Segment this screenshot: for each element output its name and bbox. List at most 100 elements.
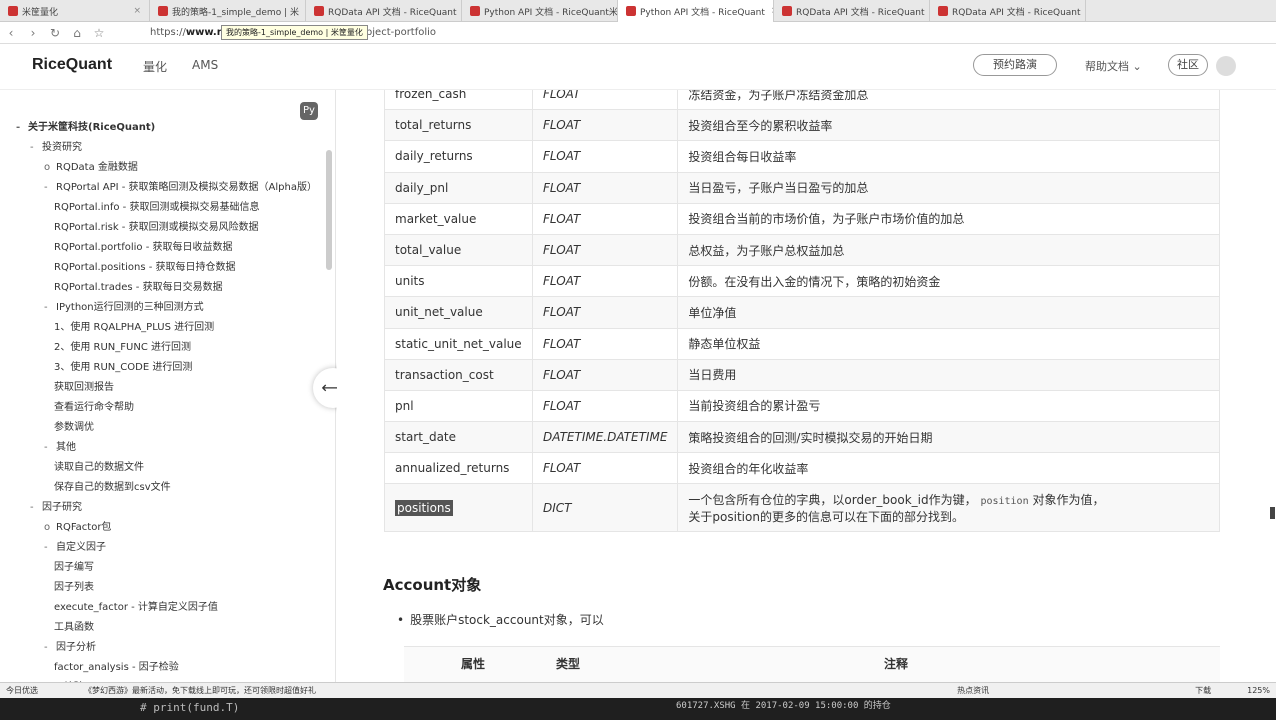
sidebar-item-label: 工具函数 (54, 622, 94, 633)
refresh-icon[interactable]: ↻ (44, 26, 66, 40)
sidebar-item[interactable]: 工具函数 (54, 618, 94, 633)
help-docs-label: 帮助文档 (1085, 60, 1129, 73)
attribute-desc-cell: 冻结资金，为子账户冻结资金加总 (677, 90, 1220, 111)
sidebar-item-label: 1、使用 RQALPHA_PLUS 进行回测 (54, 322, 215, 333)
sidebar-item[interactable]: RQPortal.risk - 获取回测或模拟交易风险数据 (54, 218, 259, 233)
attribute-type-cell: DATETIME.DATETIME (531, 421, 679, 454)
sidebar-item[interactable]: 查看运行命令帮助 (54, 398, 134, 413)
tree-marker: - (44, 542, 48, 553)
sidebar-item[interactable]: o RQData 金融数据 (44, 158, 138, 173)
browser-tab[interactable]: RQData API 文档 - RiceQuant× (306, 0, 462, 22)
toc-sidebar: Py - 关于米筐科技(RiceQuant) - 投资研究 o RQData 金融数据 - R… (0, 90, 336, 682)
table-row: start_date DATETIME.DATETIME 策略投资组合的回测/实时模… (384, 421, 1220, 454)
attribute-type-cell: FLOAT (531, 109, 679, 142)
attribute-desc-cell: 总权益，为子账户总权益加总 (677, 233, 1220, 267)
tree-marker: - (44, 302, 48, 313)
attribute-name-cell: total_returns (384, 109, 533, 142)
ricequant-logo[interactable]: RiceQuant (32, 56, 112, 74)
close-icon[interactable]: × (299, 6, 306, 16)
close-icon[interactable]: × (127, 6, 141, 16)
sidebar-item[interactable]: 获取回测报告 (54, 378, 114, 393)
nav-ams[interactable]: AMS (192, 58, 218, 72)
sidebar-item[interactable]: - IPython运行回测的三种回测方式 (44, 298, 204, 313)
doc-content: frozen_cash FLOAT 冻结资金，为子账户冻结资金加总 total_ret… (337, 90, 1276, 682)
status-item[interactable]: 热点资讯 (957, 685, 989, 696)
sidebar-item[interactable]: RQPortal.info - 获取回测或模拟交易基础信息 (54, 198, 259, 213)
tree-marker: o (44, 522, 51, 533)
attribute-desc-cell: 当日盈亏，子账户当日盈亏的加总 (677, 171, 1220, 204)
taskbar: 今日优选 《梦幻西游》最新活动，免下载线上即可玩，还可领限时超值好礼 热点资讯 … (0, 682, 1276, 720)
sidebar-item[interactable]: 1、使用 RQALPHA_PLUS 进行回测 (54, 318, 214, 333)
sidebar-item[interactable]: RQPortal.positions - 获取每日持仓数据 (54, 258, 236, 273)
attribute-desc-cell: 投资组合当前的市场价值，为子账户市场价值的加总 (677, 202, 1220, 235)
sidebar-item[interactable]: 3、使用 RUN_CODE 进行回测 (54, 358, 192, 373)
sidebar-item[interactable]: - 因子分析 (44, 638, 96, 653)
attribute-name-cell: daily_returns (384, 140, 533, 173)
sidebar-item[interactable]: - 投资研究 (30, 138, 82, 153)
status-item[interactable]: 今日优选 (6, 685, 38, 696)
status-item[interactable]: 《梦幻西游》最新活动，免下载线上即可玩，还可领限时超值好礼 (84, 685, 316, 696)
attribute-desc-cell: 当日费用 (677, 358, 1220, 391)
sidebar-item[interactable]: 因子编写 (54, 558, 94, 573)
page-scrollbar-thumb[interactable] (1270, 507, 1275, 519)
browser-tab-label: 米筐量化 (22, 7, 59, 18)
attribute-type-cell: DICT (531, 483, 679, 533)
browser-tab-bar: 米筐量化×我的策略-1_simple_demo | 米×RQData API 文… (0, 0, 1276, 22)
sidebar-item[interactable]: factor_analysis - 因子检验 (54, 658, 179, 673)
attribute-type-cell: FLOAT (531, 233, 679, 267)
sidebar-item[interactable]: RQPortal.trades - 获取每日交易数据 (54, 278, 223, 293)
sidebar-item[interactable]: o RQFactor包 (44, 518, 111, 533)
nav-quant[interactable]: 量化 (143, 58, 167, 75)
sidebar-item[interactable]: 参数调优 (54, 418, 94, 433)
forward-icon[interactable]: › (22, 26, 44, 40)
sidebar-item[interactable]: - RQPortal API - 获取策略回测及模拟交易数据（Alpha版） (44, 178, 317, 193)
browser-tab[interactable]: RQData API 文档 - RiceQuant× (930, 0, 1086, 22)
browser-tab[interactable]: RQData API 文档 - RiceQuant× (774, 0, 930, 22)
user-avatar[interactable] (1216, 56, 1236, 76)
sidebar-item[interactable]: execute_factor - 计算自定义因子值 (54, 598, 218, 613)
attribute-name-cell: positions (384, 483, 533, 533)
browser-tab[interactable]: 米筐量化 × (0, 0, 150, 22)
code-snippet-left: # print(fund.T) (140, 701, 240, 714)
table-row: frozen_cash FLOAT 冻结资金，为子账户冻结资金加总 (384, 90, 1220, 111)
table-row: units FLOAT 份额。在没有出入金的情况下，策略的初始资金 (384, 265, 1220, 298)
close-icon[interactable]: × (1081, 6, 1085, 16)
community-button[interactable]: 社区 (1168, 54, 1208, 76)
tree-marker: - (16, 122, 21, 133)
browser-tab[interactable]: Python API 文档 - RiceQuant米× (462, 0, 618, 22)
attribute-name-cell: transaction_cost (384, 358, 533, 391)
book-demo-button[interactable]: 预约路演 (973, 54, 1057, 76)
table-row: market_value FLOAT 投资组合当前的市场价值，为子账户市场价值的加总 (384, 202, 1220, 235)
zoom-level[interactable]: 125% (1247, 686, 1270, 695)
favicon-icon (314, 6, 324, 16)
close-icon[interactable]: × (765, 6, 773, 16)
column-header-attribute: 属性 (461, 657, 486, 671)
browser-tab-label: Python API 文档 - RiceQuant (640, 7, 765, 18)
bookmark-star-icon[interactable]: ☆ (88, 26, 110, 40)
browser-tab-label: RQData API 文档 - RiceQuant (328, 7, 457, 18)
help-docs-menu[interactable]: 帮助文档 ⌄ (1085, 58, 1142, 74)
attribute-desc-cell: 投资组合每日收益率 (677, 140, 1220, 173)
attribute-name-cell: daily_pnl (384, 171, 533, 204)
sidebar-item-label: IPython运行回测的三种回测方式 (56, 302, 204, 313)
attribute-desc-cell: 投资组合至今的累积收益率 (677, 109, 1220, 142)
browser-tab[interactable]: Python API 文档 - RiceQuant× (618, 0, 774, 22)
sidebar-item[interactable]: 读取自己的数据文件 (54, 458, 144, 473)
sidebar-item[interactable]: - 因子研究 (30, 498, 82, 513)
status-item[interactable]: 下载 (1195, 685, 1211, 696)
sidebar-item[interactable]: 因子列表 (54, 578, 94, 593)
sidebar-item[interactable]: - 关于米筐科技(RiceQuant) (16, 118, 155, 133)
selected-text[interactable]: positions (395, 499, 453, 516)
sidebar-item[interactable]: RQPortal.portfolio - 获取每日收益数据 (54, 238, 233, 253)
attribute-name-cell: market_value (384, 202, 533, 235)
home-icon[interactable]: ⌂ (66, 26, 88, 40)
sidebar-item[interactable]: - 自定义因子 (44, 538, 106, 553)
sidebar-item[interactable]: - 其他 (44, 438, 76, 453)
sidebar-item[interactable]: 2、使用 RUN_FUNC 进行回测 (54, 338, 191, 353)
sidebar-item[interactable]: 保存自己的数据到csv文件 (54, 478, 171, 493)
back-icon[interactable]: ‹ (0, 26, 22, 40)
table-row: unit_net_value FLOAT 单位净值 (384, 296, 1220, 329)
sidebar-scrollbar[interactable] (326, 150, 332, 270)
table-row-positions: positions DICT 一个包含所有仓位的字典，以order_book_id作… (384, 483, 1220, 533)
browser-tab[interactable]: 我的策略-1_simple_demo | 米× (150, 0, 306, 22)
